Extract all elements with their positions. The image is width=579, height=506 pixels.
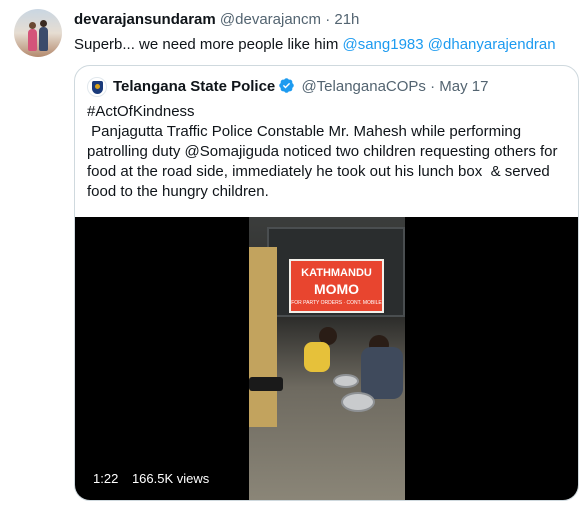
tweet[interactable]: devarajansundaram @devarajancm · 21h Sup… — [0, 0, 579, 506]
sign-line-2: MOMO — [313, 281, 360, 297]
food-plate — [333, 374, 359, 388]
quoted-handle[interactable]: @TelanganaCOPs — [301, 78, 425, 95]
mention-link[interactable]: @sang1983 — [342, 36, 423, 53]
video-duration: 1:22 — [93, 471, 119, 486]
avatar-photo-body-1 — [28, 29, 37, 51]
police-badge-icon — [92, 81, 103, 94]
mention-link[interactable]: @dhanyarajendran — [428, 36, 556, 53]
momo-sign: KATHMANDU MOMO FOR PARTY ORDERS · CONT. … — [289, 259, 384, 313]
separator-dot: · — [325, 11, 331, 28]
quoted-text: #ActOfKindness Panjagutta Traffic Police… — [87, 102, 572, 202]
quoted-date[interactable]: May 17 — [439, 78, 488, 95]
tweet-text: Superb... we need more people like him @… — [74, 35, 556, 55]
video-player[interactable]: KATHMANDU MOMO FOR PARTY ORDERS · CONT. … — [75, 217, 578, 500]
officer-shoe — [249, 377, 283, 391]
quoted-tweet[interactable]: Telangana State Police @TelanganaCOPs · … — [74, 65, 579, 501]
quoted-avatar[interactable] — [87, 77, 107, 97]
separator-dot: · — [430, 78, 436, 95]
sign-line-3: FOR PARTY ORDERS · CONT. MOBILE — [291, 300, 382, 306]
video-frame[interactable]: KATHMANDU MOMO FOR PARTY ORDERS · CONT. … — [249, 217, 405, 500]
child-figure — [361, 347, 403, 399]
sign-line-1: KATHMANDU — [301, 267, 372, 279]
child-figure — [304, 342, 330, 372]
food-plate — [341, 392, 375, 412]
tweet-header: devarajansundaram @devarajancm · 21h — [74, 10, 359, 30]
avatar-photo-person-2 — [40, 20, 47, 27]
officer-leg — [249, 247, 277, 427]
handle[interactable]: @devarajancm — [220, 11, 321, 28]
avatar-photo-person-1 — [29, 22, 36, 29]
quoted-text-body: Panjagutta Traffic Police Constable Mr. … — [87, 123, 562, 200]
avatar[interactable] — [14, 9, 62, 57]
video-stats: 1:22 166.5K views — [93, 471, 209, 486]
tweet-text-body: Superb... we need more people like him — [74, 36, 343, 53]
verified-badge-icon — [279, 78, 295, 93]
avatar-photo-body-2 — [39, 27, 48, 51]
view-count: 166.5K views — [131, 471, 210, 486]
timestamp[interactable]: 21h — [334, 11, 359, 28]
hashtag-link[interactable]: #ActOfKindness — [87, 102, 572, 122]
quoted-header: Telangana State Police @TelanganaCOPs · … — [113, 77, 488, 97]
quoted-display-name[interactable]: Telangana State Police — [113, 78, 275, 95]
display-name[interactable]: devarajansundaram — [74, 11, 216, 28]
